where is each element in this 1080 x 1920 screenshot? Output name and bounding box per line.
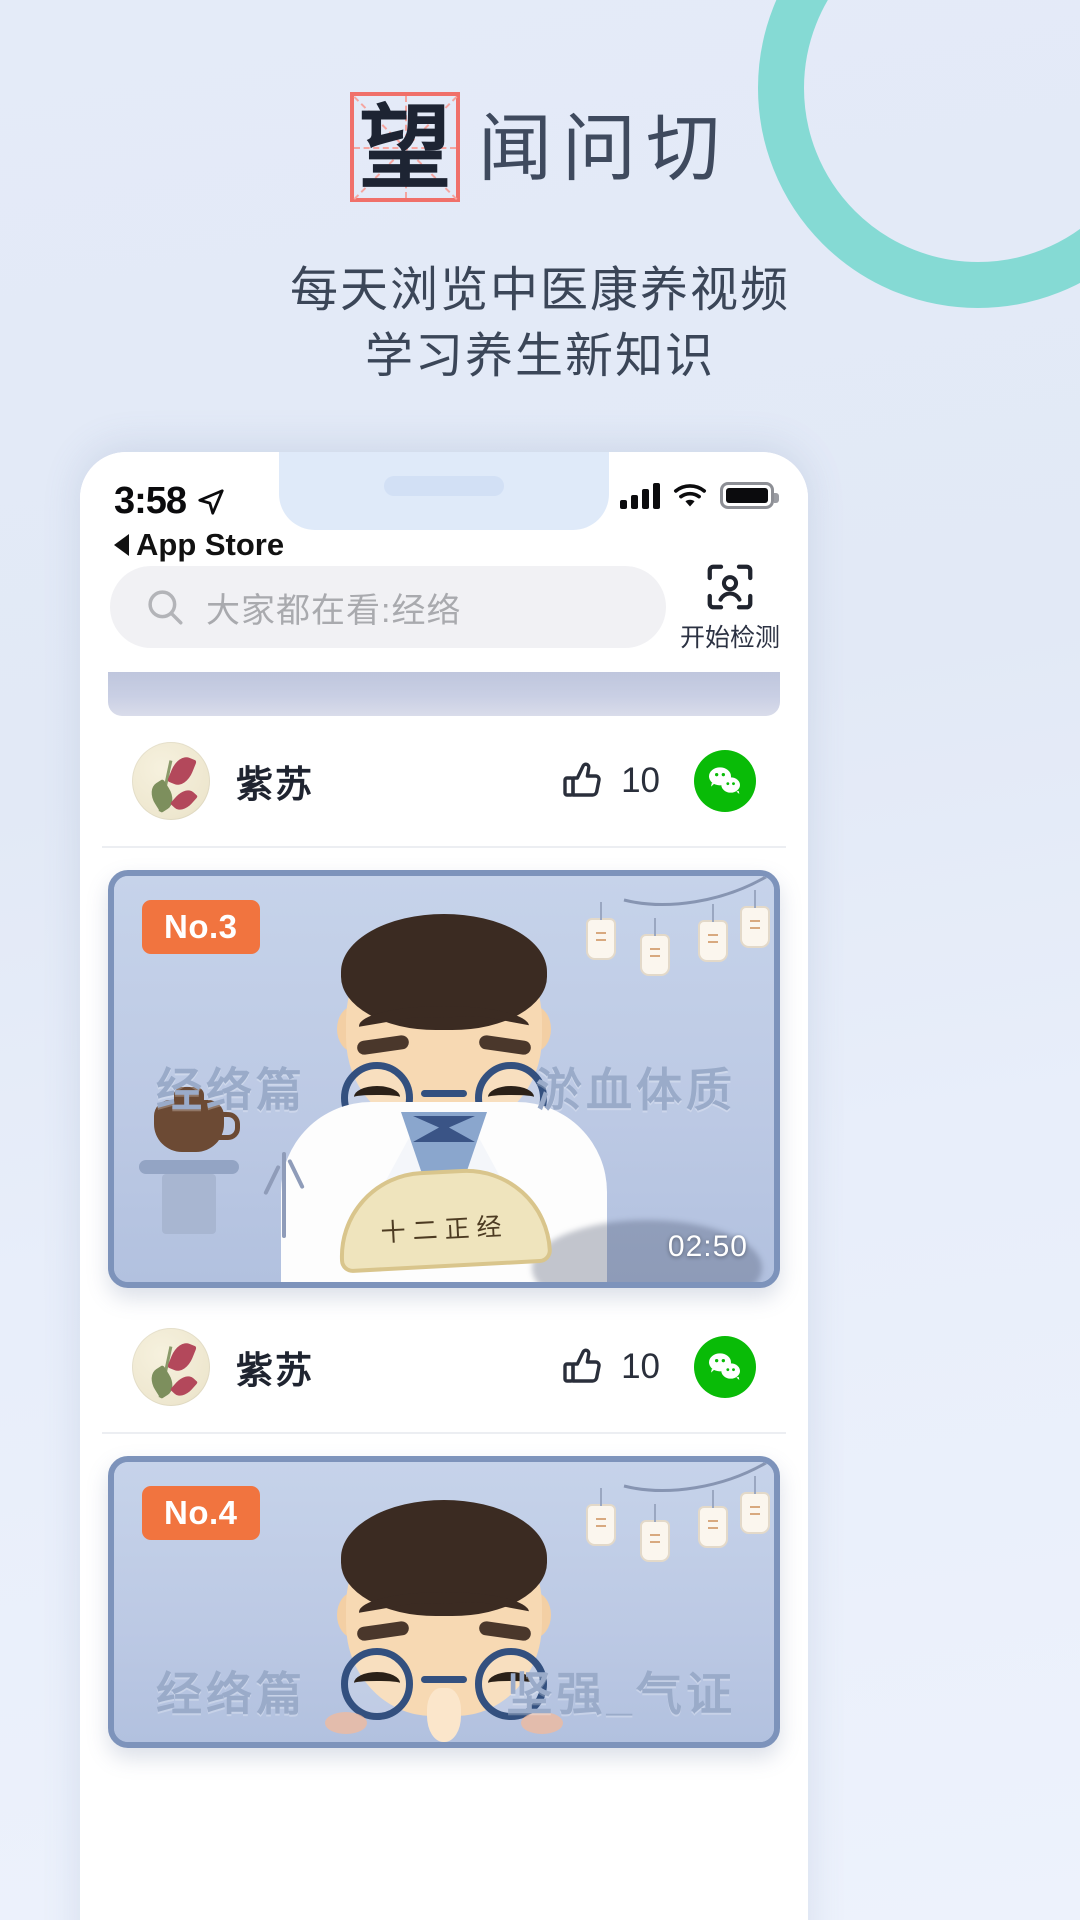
cellular-bars-icon xyxy=(620,482,660,509)
wifi-icon xyxy=(673,483,707,506)
hero-subtitle-line1: 每天浏览中医康养视频 xyxy=(289,264,790,317)
like-count: 10 xyxy=(621,1347,660,1386)
phone-screen: 3:58 App Store 大家都在看:经络 开始检测 紫苏 10 No.3 … xyxy=(80,452,808,1920)
page-title: 望 闻问切 xyxy=(0,0,1080,202)
search-input[interactable]: 大家都在看:经络 xyxy=(110,566,666,648)
video-thumbnail: No.4 经络篇 坚强_气证 xyxy=(114,1462,774,1742)
video-card[interactable]: No.3 经络篇 淤血体质 十二正经 02:50 xyxy=(108,870,780,1288)
speaker-pill xyxy=(384,476,504,496)
teapot-decor xyxy=(139,1100,240,1234)
search-icon xyxy=(148,590,183,625)
status-bar-right xyxy=(620,482,779,509)
wechat-icon xyxy=(709,767,740,794)
title-rest: 闻问切 xyxy=(478,109,730,191)
triangle-left-icon xyxy=(114,534,129,556)
notch xyxy=(279,452,609,530)
thumbs-up-icon xyxy=(563,1348,601,1383)
phone-mockup: 3:58 App Store 大家都在看:经络 开始检测 紫苏 10 No.3 … xyxy=(80,452,808,1920)
sachet-icon xyxy=(586,1504,616,1546)
sachet-icon xyxy=(640,1520,670,1562)
rank-badge: No.3 xyxy=(142,900,260,954)
wechat-share-button[interactable] xyxy=(694,1336,756,1398)
wechat-share-button[interactable] xyxy=(694,750,756,812)
video-thumbnail: No.3 经络篇 淤血体质 十二正经 02:50 xyxy=(114,876,774,1282)
back-label: App Store xyxy=(136,527,285,562)
sachet-icon xyxy=(586,918,616,960)
search-placeholder: 大家都在看:经络 xyxy=(206,591,462,630)
status-bar: 3:58 App Store xyxy=(80,452,808,562)
status-time: 3:58 xyxy=(114,480,187,522)
sachet-icon xyxy=(698,920,728,962)
like-count: 10 xyxy=(621,761,660,800)
author-name[interactable]: 紫苏 xyxy=(236,754,314,808)
sachet-icon xyxy=(640,934,670,976)
author-row: 紫苏 10 xyxy=(102,716,786,848)
video-overlay-left: 经络篇 xyxy=(156,1668,306,1720)
like-button[interactable]: 10 xyxy=(559,1343,660,1391)
video-feed: 紫苏 10 No.3 经络篇 淤血体质 十二正经 02:50 紫苏 10 No.… xyxy=(80,672,808,1748)
author-row: 紫苏 10 xyxy=(102,1302,786,1434)
herb-avatar-icon[interactable] xyxy=(132,1328,210,1406)
start-detection-button[interactable]: 开始检测 xyxy=(680,560,781,654)
hero-section: 望 闻问切 每天浏览中医康养视频 学习养生新知识 xyxy=(0,0,1080,390)
rank-badge: No.4 xyxy=(142,1486,260,1540)
search-row: 大家都在看:经络 开始检测 xyxy=(80,552,808,672)
video-overlay-left: 经络篇 xyxy=(156,1064,306,1116)
thumbs-up-icon xyxy=(563,762,601,797)
hero-subtitle: 每天浏览中医康养视频 学习养生新知识 xyxy=(0,258,1080,390)
start-detection-label: 开始检测 xyxy=(680,624,781,652)
hanging-sachets-decor xyxy=(474,1462,774,1592)
battery-full-icon xyxy=(720,482,779,509)
fan-text: 十二正经 xyxy=(379,1213,510,1248)
video-overlay-right: 淤血体质 xyxy=(536,1064,736,1116)
hero-subtitle-line2: 学习养生新知识 xyxy=(364,330,715,384)
video-overlay-right: 坚强_气证 xyxy=(506,1668,736,1720)
tianzige-box: 望 xyxy=(350,92,460,202)
hanging-sachets-decor xyxy=(474,876,774,1006)
status-time-group: 3:58 xyxy=(114,480,284,523)
sachet-icon xyxy=(740,1492,770,1534)
title-boxed-char: 望 xyxy=(358,98,451,200)
back-to-app-store[interactable]: App Store xyxy=(114,527,284,563)
sachet-icon xyxy=(698,1506,728,1548)
string-line xyxy=(623,876,771,906)
video-duration: 02:50 xyxy=(667,1230,748,1263)
status-bar-left: 3:58 App Store xyxy=(114,480,284,563)
author-name[interactable]: 紫苏 xyxy=(236,1340,314,1394)
partial-video-card[interactable] xyxy=(108,672,780,716)
video-card[interactable]: No.4 经络篇 坚强_气证 xyxy=(108,1456,780,1748)
wechat-icon xyxy=(709,1353,740,1380)
like-button[interactable]: 10 xyxy=(559,757,660,805)
location-arrow-icon xyxy=(198,488,224,515)
herb-avatar-icon[interactable] xyxy=(132,742,210,820)
sachet-icon xyxy=(740,906,770,948)
string-line xyxy=(623,1462,771,1492)
face-scan-icon xyxy=(707,564,753,610)
herb-sprig-decor xyxy=(282,1152,286,1238)
